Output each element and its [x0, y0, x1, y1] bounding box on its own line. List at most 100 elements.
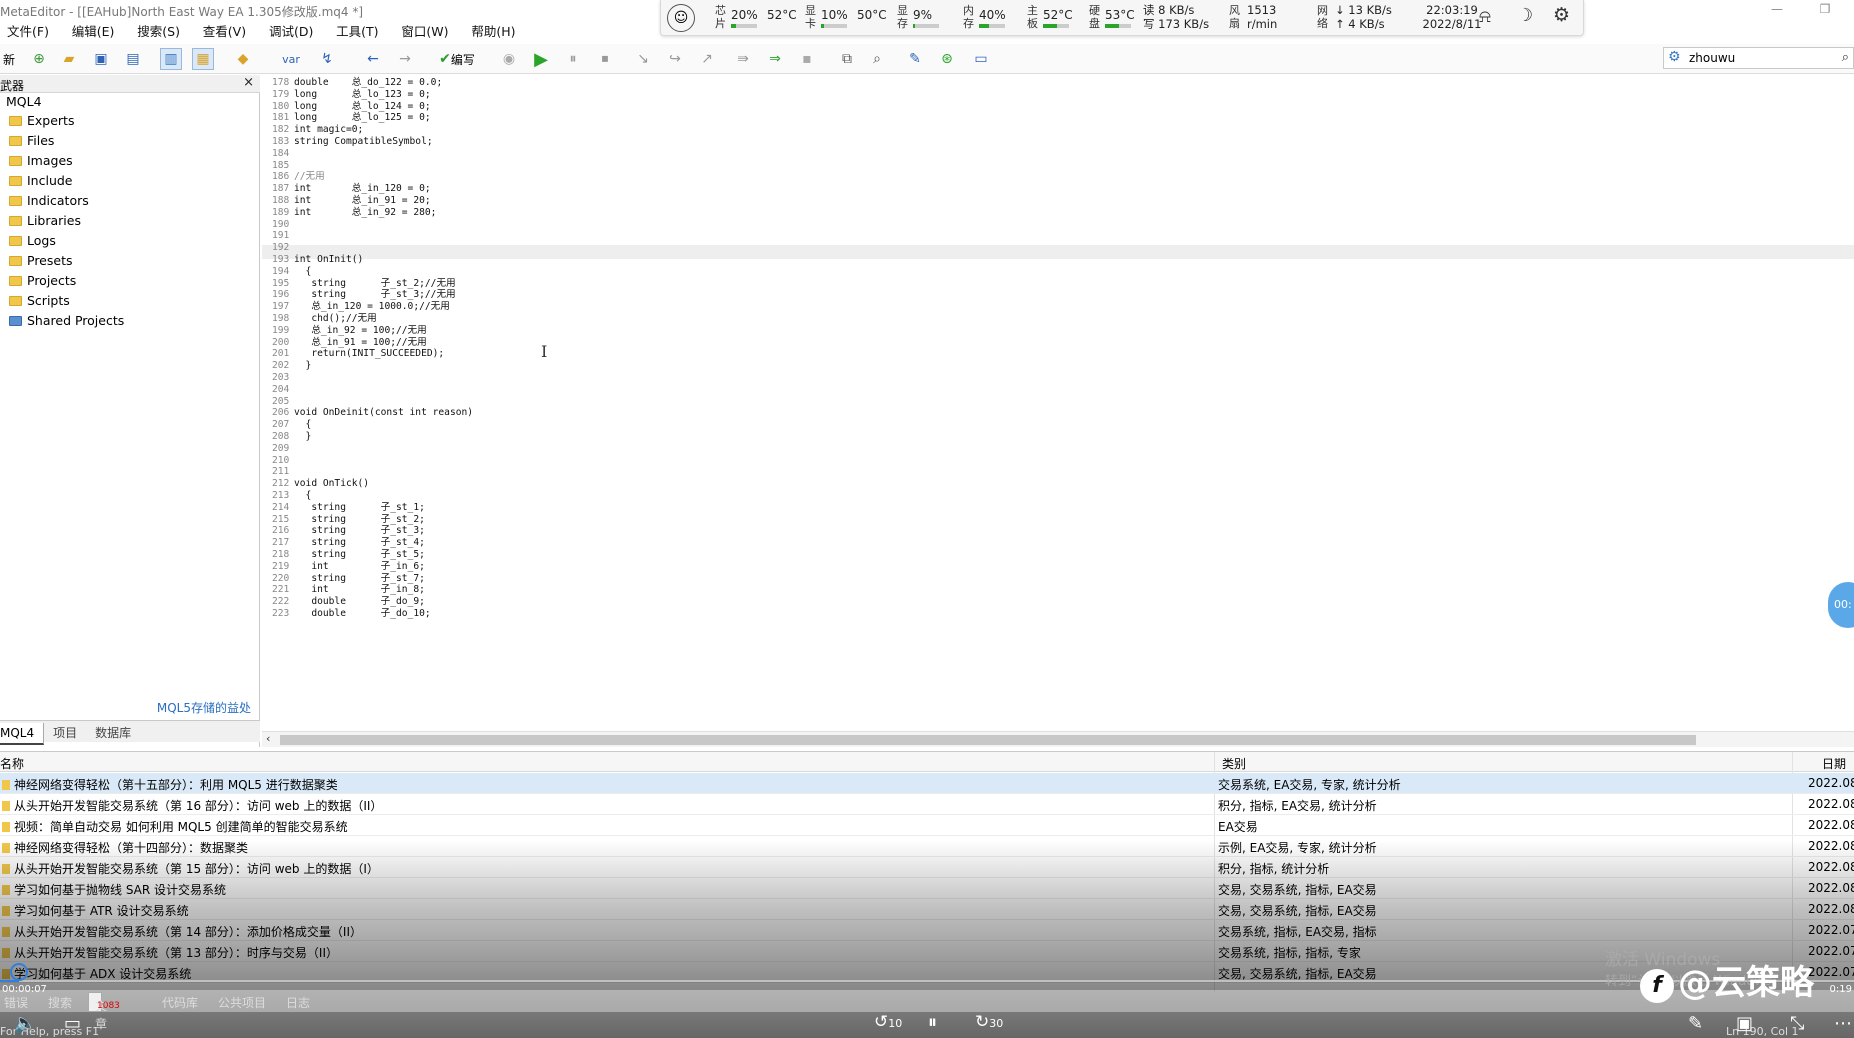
tab-projects[interactable]: 项目: [44, 721, 86, 744]
col-name[interactable]: 名称: [0, 755, 24, 772]
clear-icon[interactable]: ▪: [796, 48, 818, 70]
settings-icon[interactable]: ⚙: [1553, 4, 1570, 26]
menu-debug[interactable]: 调试(D): [269, 22, 313, 42]
line-text: chd();//无用: [294, 313, 377, 324]
tree-item-experts[interactable]: Experts: [9, 113, 74, 128]
tree-item-files[interactable]: Files: [9, 133, 54, 148]
minimize-button[interactable]: —: [1767, 2, 1787, 16]
open-folder-icon[interactable]: ▰: [58, 48, 80, 70]
tab-codebase[interactable]: 代码库: [162, 994, 198, 1011]
step-into-icon[interactable]: ↘: [632, 48, 654, 70]
menu-view[interactable]: 查看(V): [203, 22, 246, 42]
tab-database[interactable]: 数据库: [86, 721, 140, 744]
step-out-icon[interactable]: ↗: [696, 48, 718, 70]
article-row[interactable]: 从头开始开发智能交易系统（第 16 部分）：访问 web 上的数据（II） 积分,…: [0, 794, 1854, 815]
article-row[interactable]: 视频：简单自动交易 如何利用 MQL5 创建简单的智能交易系统 EA交易 2022.…: [0, 815, 1854, 836]
article-row[interactable]: 神经网络变得轻松（第十五部分）：利用 MQL5 进行数据聚类 交易系统, EA交易…: [0, 773, 1854, 794]
search-icon[interactable]: ⌕: [1842, 50, 1849, 65]
tree-item-projects[interactable]: Projects: [9, 273, 76, 288]
insert-var-icon[interactable]: var: [280, 48, 302, 70]
market-icon[interactable]: ⊛: [936, 48, 958, 70]
video-progress-handle[interactable]: [10, 963, 28, 981]
mql5-storage-link[interactable]: MQL5存储的益处: [157, 699, 251, 716]
insert-fn-icon[interactable]: ↯: [316, 48, 338, 70]
rewind-10-button[interactable]: ↺10: [874, 1012, 902, 1032]
tab-journal[interactable]: 日志: [286, 994, 310, 1011]
menu-edit[interactable]: 编辑(E): [72, 22, 115, 42]
col-date[interactable]: 日期: [1822, 755, 1846, 772]
menu-tools[interactable]: 工具(T): [336, 22, 378, 42]
tree-root[interactable]: MQL4: [6, 94, 42, 109]
article-row[interactable]: 学习如何基于 ATR 设计交易系统 交易, 交易系统, 指标, EA交易 2022.…: [0, 899, 1854, 920]
start-debug-icon[interactable]: ▶: [530, 48, 552, 70]
tab-public-projects[interactable]: 公共项目: [218, 994, 266, 1011]
horizontal-scrollbar[interactable]: ‹: [262, 731, 1854, 747]
tree-item-shared-projects[interactable]: Shared Projects: [9, 313, 124, 328]
tree-item-presets[interactable]: Presets: [9, 253, 73, 268]
danmaku-icon[interactable]: ▭: [64, 1013, 81, 1034]
article-row[interactable]: 从头开始开发智能交易系统（第 14 部分）：添加价格成交量（II） 交易系统, 指…: [0, 920, 1854, 941]
restore-button[interactable]: ❐: [1815, 2, 1835, 16]
find-in-files-icon[interactable]: ⌕: [866, 48, 888, 70]
scroll-left-icon[interactable]: ‹: [266, 732, 270, 745]
code-editor[interactable]: 178 double 总_do_122 = 0.0; 179 long 总_lo_12…: [262, 75, 1854, 735]
exit-fullscreen-icon[interactable]: ⤡: [1790, 1013, 1804, 1034]
community-gear-icon[interactable]: ⚙: [1668, 49, 1681, 65]
tree-item-include[interactable]: Include: [9, 173, 73, 188]
save-all-icon[interactable]: ▤: [122, 48, 144, 70]
article-row[interactable]: 神经网络变得轻松（第十四部分）：数据聚类 示例, EA交易, 专家, 统计分析 20…: [0, 836, 1854, 857]
article-row[interactable]: 学习如何基于抛物线 SAR 设计交易系统 交易, 交易系统, 指标, EA交易 20…: [0, 878, 1854, 899]
tree-item-logs[interactable]: Logs: [9, 233, 56, 248]
more-icon[interactable]: ⋯: [1834, 1013, 1852, 1034]
monitor-face-icon[interactable]: ☺: [667, 4, 695, 32]
article-row[interactable]: 从头开始开发智能交易系统（第 13 部分）：时序与交易（II） 交易系统, 指标,…: [0, 941, 1854, 962]
bell-icon[interactable]: ⍾: [1479, 6, 1491, 27]
forward-30-button[interactable]: ↻30: [975, 1012, 1003, 1032]
line-number: 195: [272, 277, 290, 289]
col-category[interactable]: 类别: [1222, 755, 1246, 772]
moon-icon[interactable]: ☽: [1517, 5, 1533, 26]
tree-item-images[interactable]: Images: [9, 153, 73, 168]
menu-file[interactable]: 文件(F): [7, 22, 49, 42]
marker-icon[interactable]: ✎: [904, 48, 926, 70]
new-project-icon[interactable]: ⊕: [28, 48, 50, 70]
pause-button[interactable]: ⏸: [928, 1012, 937, 1033]
stop-icon[interactable]: ⏹: [594, 48, 616, 70]
tab-mql4[interactable]: MQL4: [0, 723, 45, 745]
copy-icon[interactable]: ⧉: [836, 48, 858, 70]
forward-icon[interactable]: →: [394, 48, 416, 70]
code-line: 191: [272, 230, 294, 242]
scroll-thumb[interactable]: [280, 735, 1696, 745]
floating-timer-bubble[interactable]: 00:: [1828, 582, 1854, 628]
tree-item-libraries[interactable]: Libraries: [9, 213, 81, 228]
toolbox-toggle-icon[interactable]: ▦: [192, 48, 214, 70]
step-over-icon[interactable]: ↪: [664, 48, 686, 70]
save-icon[interactable]: ▣: [90, 48, 112, 70]
styler-icon[interactable]: ◆: [232, 48, 254, 70]
tab-search[interactable]: 搜索: [48, 994, 72, 1011]
pause-icon[interactable]: ⏸: [562, 48, 584, 70]
tab-articles[interactable]: 文章 1083: [88, 992, 120, 1031]
compile-button[interactable]: ✔ 编写: [432, 48, 482, 70]
menu-help[interactable]: 帮助(H): [471, 22, 515, 42]
breakpoint-icon[interactable]: ⇛: [732, 48, 754, 70]
new-button[interactable]: 新: [0, 48, 18, 70]
vram-bar: [913, 24, 939, 28]
video-progress-track[interactable]: [0, 980, 1854, 982]
menu-search[interactable]: 搜索(S): [137, 22, 180, 42]
pip-icon[interactable]: ▣: [1736, 1013, 1753, 1034]
close-icon[interactable]: ×: [243, 75, 254, 90]
search-input[interactable]: ⚙ zhouwu ⌕: [1663, 47, 1854, 69]
back-icon[interactable]: ←: [362, 48, 384, 70]
navigator-toggle-icon[interactable]: ▥: [160, 48, 182, 70]
tab-errors[interactable]: 错误: [4, 994, 28, 1011]
terminal-icon[interactable]: ▭: [970, 48, 992, 70]
volume-icon[interactable]: 🔈: [14, 1013, 36, 1034]
run-to-cursor-icon[interactable]: ⇒: [764, 48, 786, 70]
article-row[interactable]: 从头开始开发智能交易系统（第 15 部分）：访问 web 上的数据（I） 积分, …: [0, 857, 1854, 878]
tree-item-scripts[interactable]: Scripts: [9, 293, 70, 308]
menu-window[interactable]: 窗口(W): [401, 22, 448, 42]
debug-history-icon[interactable]: ◉: [498, 48, 520, 70]
tree-item-indicators[interactable]: Indicators: [9, 193, 89, 208]
pen-icon[interactable]: ✎: [1688, 1013, 1703, 1034]
